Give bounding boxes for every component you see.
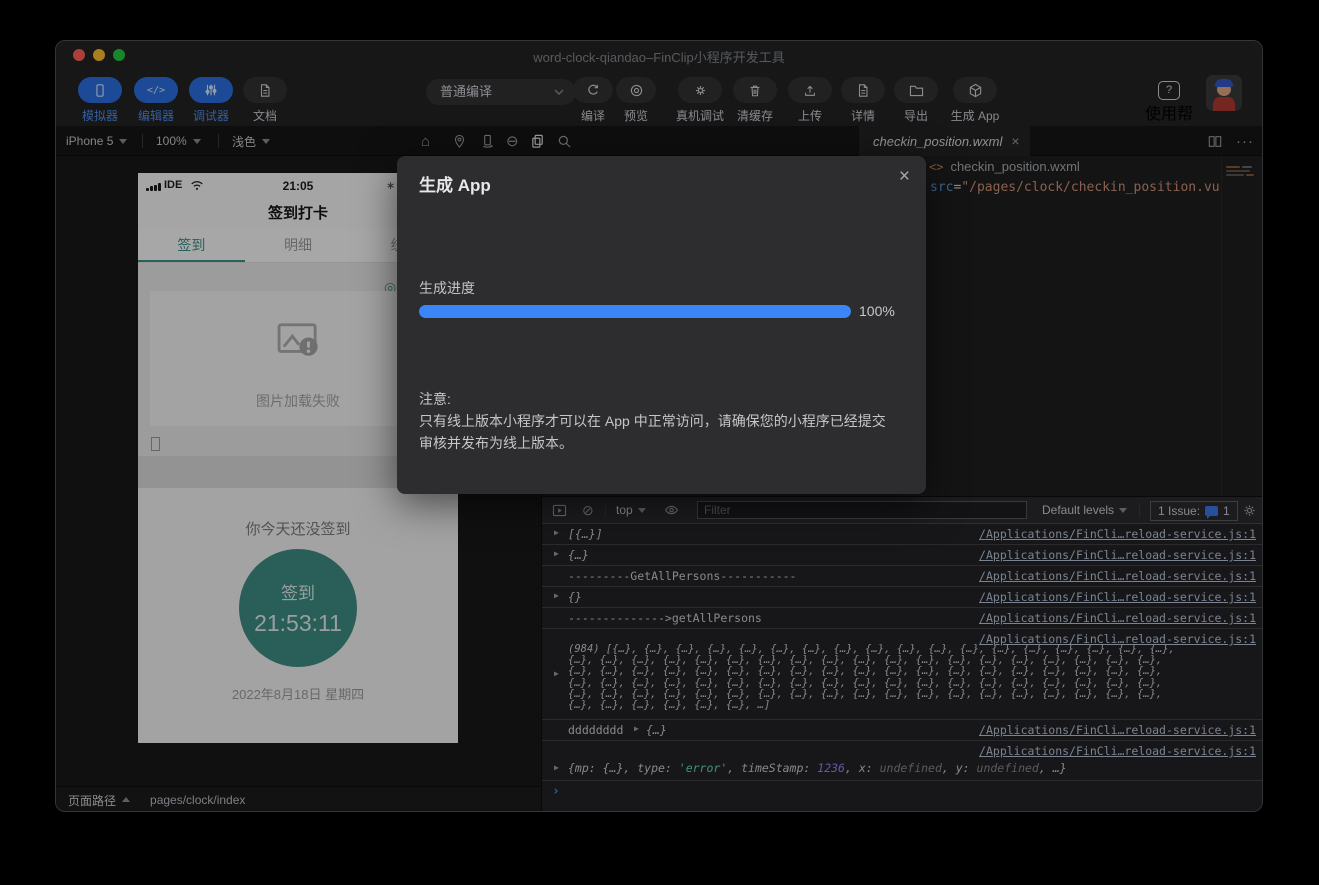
modal-note: 注意: 只有线上版本小程序才可以在 App 中正常访问，请确保您的小程序已经提交… bbox=[419, 388, 899, 454]
modal-close-icon[interactable]: × bbox=[899, 166, 910, 188]
progress-bar bbox=[419, 305, 851, 318]
screen: word-clock-qiandao–FinClip小程序开发工具 模拟器 </… bbox=[0, 0, 1319, 885]
progress-fill bbox=[419, 305, 851, 318]
progress-percent: 100% bbox=[859, 303, 895, 319]
generate-app-modal: 生成 App × 生成进度 100% 注意: 只有线上版本小程序才可以在 App… bbox=[397, 156, 926, 494]
progress-label: 生成进度 bbox=[419, 278, 475, 298]
modal-title: 生成 App bbox=[419, 171, 491, 196]
ide-window: word-clock-qiandao–FinClip小程序开发工具 模拟器 </… bbox=[55, 40, 1263, 812]
